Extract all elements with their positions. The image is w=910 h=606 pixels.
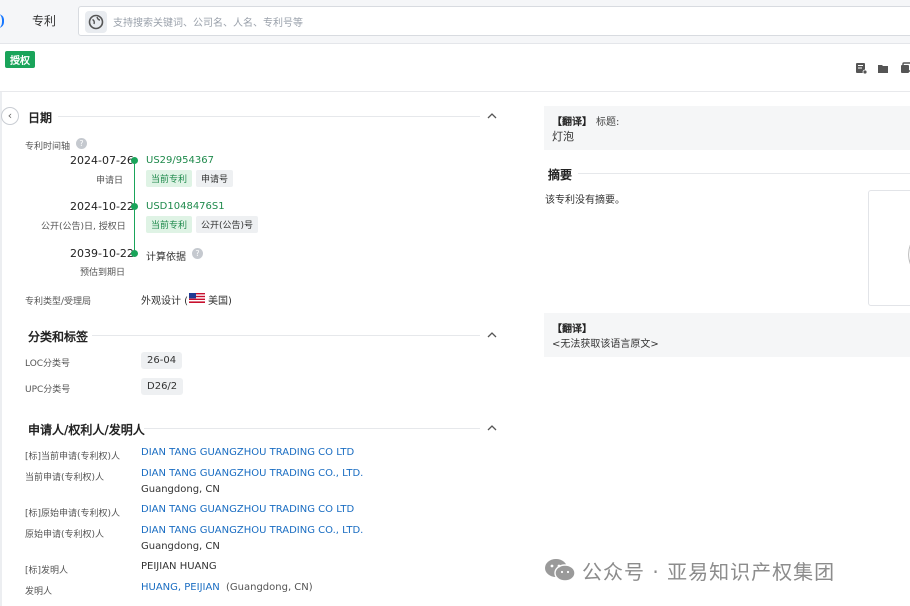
abstract-text: 该专利没有摘要。	[545, 195, 625, 206]
section-title-date: 日期	[28, 111, 53, 125]
party-label: 当前申请(专利权)人	[25, 473, 105, 483]
inventor-link[interactable]: HUANG, PEIJIAN	[141, 582, 220, 593]
collapse-left-icon[interactable]: ‹	[1, 107, 19, 125]
translate-text: <无法获取该语言原文>	[552, 339, 659, 350]
patent-image[interactable]	[868, 190, 910, 306]
folder-icon[interactable]	[877, 62, 889, 74]
section-title-classification: 分类和标签	[28, 330, 89, 344]
event-sublabel: 申请日	[96, 176, 124, 186]
event-number-link[interactable]: US29/954367	[146, 155, 214, 166]
party-label: [标]发明人	[25, 566, 69, 576]
search-placeholder: 支持搜索关键词、公司名、人名、专利号等	[113, 18, 303, 29]
info-icon[interactable]: ?	[76, 138, 87, 149]
translate-tag: 【翻译】	[552, 324, 592, 335]
party-link[interactable]: DIAN TANG GUANGZHOU TRADING CO LTD	[141, 504, 354, 515]
title-label: 标题:	[596, 117, 620, 128]
timeline-dot	[131, 157, 138, 164]
event-date: 2039-10-22	[70, 247, 134, 260]
back-arrow-icon[interactable]	[0, 14, 4, 28]
inventor-location: (Guangdong, CN)	[226, 582, 313, 593]
party-label: [标]原始申请(专利权)人	[25, 509, 121, 519]
bulb-drawing-icon	[908, 244, 910, 265]
search-input[interactable]: 支持搜索关键词、公司名、人名、专利号等	[78, 6, 910, 36]
party-location: Guangdong, CN	[141, 541, 220, 552]
party-label: [标]当前申请(专利权)人	[25, 452, 121, 462]
status-badge: 授权	[5, 51, 35, 68]
party-link[interactable]: DIAN TANG GUANGZHOU TRADING CO., LTD.	[141, 525, 363, 536]
top-bar: 专利 支持搜索关键词、公司名、人名、专利号等	[0, 0, 910, 44]
timeline-label: 专利时间轴	[25, 142, 71, 152]
event-date: 2024-10-22	[70, 200, 134, 213]
section-title-parties: 申请人/权利人/发明人	[28, 423, 145, 437]
timeline-dot	[131, 203, 138, 210]
info-icon[interactable]: ?	[192, 248, 203, 259]
chevron-up-icon[interactable]	[487, 111, 497, 121]
left-rail	[0, 92, 2, 606]
event-number-link[interactable]: USD1048476S1	[146, 201, 225, 212]
add-note-icon[interactable]	[855, 62, 867, 74]
upc-value[interactable]: D26/2	[141, 378, 184, 395]
tab-patent[interactable]: 专利	[32, 12, 56, 29]
tag-publication-number: 公开(公告)号	[196, 216, 259, 233]
us-flag-icon	[189, 293, 205, 303]
watermark-text: 公众号 · 亚易知识产权集团	[582, 560, 836, 584]
party-label: 发明人	[25, 587, 53, 597]
country-value: 美国)	[208, 296, 232, 307]
chevron-up-icon[interactable]	[487, 330, 497, 340]
event-sublabel: 公开(公告)日, 授权日	[41, 222, 126, 232]
copy-icon[interactable]	[900, 62, 910, 74]
toolbar: 授权	[0, 44, 910, 92]
type-office-label: 专利类型/受理局	[25, 297, 92, 307]
upc-label: UPC分类号	[25, 385, 71, 395]
party-link[interactable]: DIAN TANG GUANGZHOU TRADING CO., LTD.	[141, 468, 363, 479]
tag-application-number: 申请号	[196, 170, 234, 187]
translate-tag: 【翻译】	[552, 117, 592, 128]
event-sublabel: 预估到期日	[80, 268, 126, 278]
original-translation-box: 【翻译】 <无法获取该语言原文>	[544, 313, 910, 357]
divider	[58, 116, 480, 117]
party-link[interactable]: DIAN TANG GUANGZHOU TRADING CO LTD	[141, 447, 354, 458]
event-date: 2024-07-26	[70, 154, 134, 167]
calc-basis-label: 计算依据	[146, 252, 186, 263]
party-value: PEIJIAN HUANG	[141, 561, 217, 572]
tag-current-patent: 当前专利	[146, 170, 193, 187]
globe-icon[interactable]	[85, 11, 107, 33]
tag-current-patent: 当前专利	[146, 216, 193, 233]
timeline-dot	[131, 250, 138, 257]
title-translation-box: 【翻译】 标题: 灯泡	[544, 106, 910, 150]
chevron-up-icon[interactable]	[487, 423, 497, 433]
divider	[578, 173, 910, 174]
title-value: 灯泡	[552, 130, 574, 143]
divider	[92, 335, 480, 336]
party-location: Guangdong, CN	[141, 484, 220, 495]
type-value: 外观设计 (	[141, 296, 189, 307]
wechat-icon	[545, 559, 576, 582]
party-label: 原始申请(专利权)人	[25, 530, 105, 540]
divider	[144, 428, 480, 429]
loc-label: LOC分类号	[25, 359, 71, 369]
section-title-abstract: 摘要	[548, 168, 573, 182]
loc-value[interactable]: 26-04	[141, 352, 183, 369]
